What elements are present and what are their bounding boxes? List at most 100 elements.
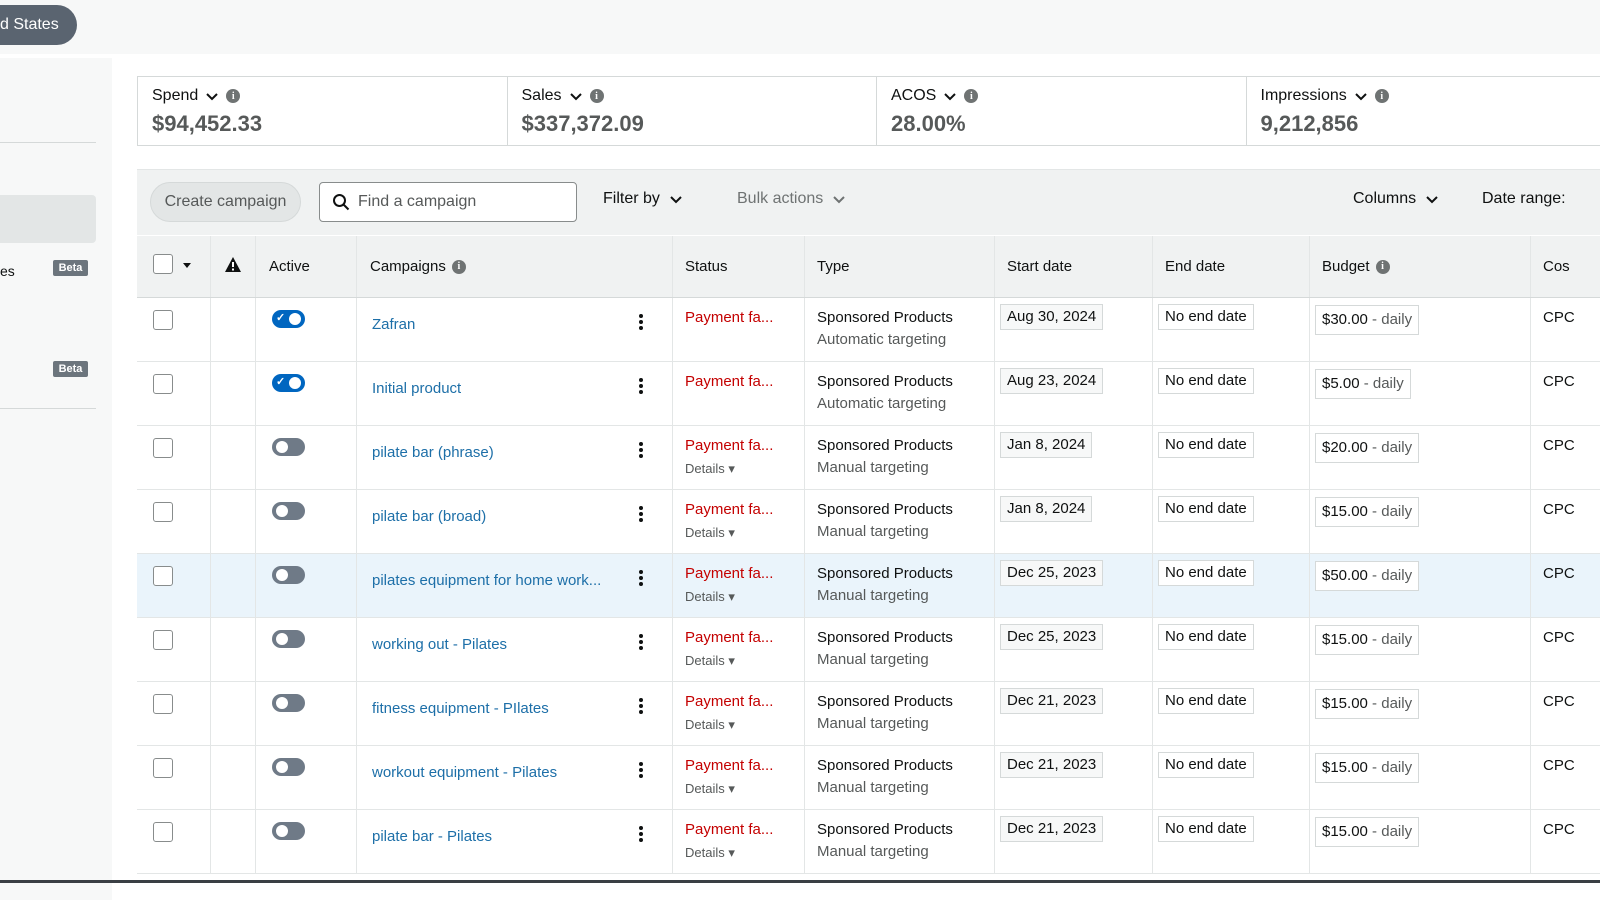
search-input[interactable] — [358, 193, 558, 211]
row-checkbox[interactable] — [153, 694, 173, 714]
kebab-icon[interactable] — [637, 440, 645, 462]
info-icon[interactable]: i — [589, 89, 604, 103]
info-icon[interactable]: i — [451, 259, 466, 274]
table-row[interactable]: pilate bar (phrase) Payment fa... Details … — [137, 426, 1600, 490]
metric-card-sales[interactable]: Sales i $337,372.09 — [508, 77, 877, 145]
start-date-field[interactable]: Jan 8, 2024 — [1000, 496, 1093, 522]
row-checkbox[interactable] — [153, 310, 173, 330]
info-icon[interactable]: i — [226, 89, 241, 103]
details-dropdown[interactable]: Details ▾ — [685, 653, 735, 669]
campaign-name-link[interactable]: Initial product — [372, 380, 461, 397]
table-row[interactable]: ✓ Initial product Payment fa... Sponsored P… — [137, 362, 1600, 426]
start-date-column-header[interactable]: Start date — [995, 236, 1153, 297]
end-date-field[interactable]: No end date — [1158, 816, 1254, 842]
status-column-header[interactable]: Status — [673, 236, 805, 297]
kebab-icon[interactable] — [637, 696, 645, 718]
table-row[interactable]: ✓ Zafran Payment fa... Sponsored Products Au… — [137, 298, 1600, 362]
campaign-name-link[interactable]: pilate bar - Pilates — [372, 828, 492, 845]
table-row[interactable]: pilate bar - Pilates Payment fa... Details… — [137, 810, 1600, 874]
select-all-checkbox[interactable] — [153, 254, 173, 274]
date-range-dropdown[interactable]: Date range: — [1482, 190, 1566, 208]
metric-card-acos[interactable]: ACOS i 28.00% — [877, 77, 1247, 145]
campaigns-column-header[interactable]: Campaigns i — [357, 236, 673, 297]
details-dropdown[interactable]: Details ▾ — [685, 589, 735, 605]
end-date-field[interactable]: No end date — [1158, 688, 1254, 714]
end-date-field[interactable]: No end date — [1158, 432, 1254, 458]
end-date-field[interactable]: No end date — [1158, 368, 1254, 394]
campaign-name-link[interactable]: fitness equipment - PIlates — [372, 700, 549, 717]
filter-by-dropdown[interactable]: Filter by — [603, 190, 684, 208]
kebab-icon[interactable] — [637, 568, 645, 590]
info-icon[interactable]: i — [964, 89, 979, 103]
table-row[interactable]: pilates equipment for home work... Paymen… — [137, 554, 1600, 618]
campaign-name-link[interactable]: workout equipment - Pilates — [372, 764, 557, 781]
kebab-icon[interactable] — [637, 504, 645, 526]
start-date-field[interactable]: Jan 8, 2024 — [1000, 432, 1093, 458]
budget-field[interactable]: $20.00 - daily — [1315, 433, 1420, 463]
row-checkbox[interactable] — [153, 502, 173, 522]
kebab-icon[interactable] — [637, 824, 645, 846]
country-selector[interactable]: d States — [0, 5, 77, 45]
campaign-name-link[interactable]: Zafran — [372, 316, 415, 333]
start-date-field[interactable]: Dec 21, 2023 — [1000, 752, 1104, 778]
row-checkbox[interactable] — [153, 630, 173, 650]
budget-column-header[interactable]: Budget i — [1310, 236, 1531, 297]
chevron-down-icon[interactable] — [568, 88, 584, 104]
end-date-field[interactable]: No end date — [1158, 560, 1254, 586]
start-date-field[interactable]: Aug 30, 2024 — [1000, 304, 1104, 330]
info-icon[interactable]: i — [1375, 259, 1390, 274]
table-row[interactable]: working out - Pilates Payment fa... Detail… — [137, 618, 1600, 682]
active-toggle[interactable] — [272, 822, 305, 840]
campaign-name-link[interactable]: pilates equipment for home work... — [372, 572, 601, 589]
chevron-down-icon[interactable] — [942, 88, 958, 104]
start-date-field[interactable]: Dec 25, 2023 — [1000, 624, 1104, 650]
chevron-down-icon[interactable] — [1353, 88, 1369, 104]
type-column-header[interactable]: Type — [805, 236, 995, 297]
sidebar-item-selected[interactable] — [0, 195, 96, 243]
active-toggle[interactable]: ✓ — [272, 310, 305, 328]
create-campaign-button[interactable]: Create campaign — [150, 182, 301, 222]
details-dropdown[interactable]: Details ▾ — [685, 525, 735, 541]
table-row[interactable]: fitness equipment - PIlates Payment fa...… — [137, 682, 1600, 746]
end-date-column-header[interactable]: End date — [1153, 236, 1310, 297]
budget-field[interactable]: $50.00 - daily — [1315, 561, 1420, 591]
active-toggle[interactable] — [272, 694, 305, 712]
active-toggle[interactable] — [272, 630, 305, 648]
active-toggle[interactable]: ✓ — [272, 374, 305, 392]
end-date-field[interactable]: No end date — [1158, 304, 1254, 330]
details-dropdown[interactable]: Details ▾ — [685, 781, 735, 797]
start-date-field[interactable]: Dec 21, 2023 — [1000, 816, 1104, 842]
start-date-field[interactable]: Dec 25, 2023 — [1000, 560, 1104, 586]
active-toggle[interactable] — [272, 502, 305, 520]
end-date-field[interactable]: No end date — [1158, 624, 1254, 650]
campaign-name-link[interactable]: pilate bar (broad) — [372, 508, 486, 525]
end-date-field[interactable]: No end date — [1158, 752, 1254, 778]
kebab-icon[interactable] — [637, 312, 645, 334]
budget-field[interactable]: $15.00 - daily — [1315, 817, 1420, 847]
details-dropdown[interactable]: Details ▾ — [685, 461, 735, 477]
active-column-header[interactable]: Active — [256, 236, 357, 297]
campaign-name-link[interactable]: pilate bar (phrase) — [372, 444, 494, 461]
end-date-field[interactable]: No end date — [1158, 496, 1254, 522]
chevron-down-icon[interactable] — [204, 88, 220, 104]
columns-dropdown[interactable]: Columns — [1353, 190, 1440, 208]
caret-down-icon[interactable] — [182, 260, 192, 270]
budget-field[interactable]: $15.00 - daily — [1315, 497, 1420, 527]
row-checkbox[interactable] — [153, 758, 173, 778]
row-checkbox[interactable] — [153, 822, 173, 842]
metric-card-spend[interactable]: Spend i $94,452.33 — [138, 77, 508, 145]
kebab-icon[interactable] — [637, 632, 645, 654]
budget-field[interactable]: $30.00 - daily — [1315, 305, 1420, 335]
budget-field[interactable]: $15.00 - daily — [1315, 689, 1420, 719]
row-checkbox[interactable] — [153, 438, 173, 458]
cost-column-header[interactable]: Cos — [1531, 236, 1600, 297]
search-box[interactable] — [319, 182, 577, 222]
active-toggle[interactable] — [272, 438, 305, 456]
start-date-field[interactable]: Aug 23, 2024 — [1000, 368, 1104, 394]
metric-card-impressions[interactable]: Impressions i 9,212,856 — [1247, 77, 1600, 145]
table-row[interactable]: workout equipment - Pilates Payment fa...… — [137, 746, 1600, 810]
kebab-icon[interactable] — [637, 760, 645, 782]
row-checkbox[interactable] — [153, 374, 173, 394]
details-dropdown[interactable]: Details ▾ — [685, 845, 735, 861]
start-date-field[interactable]: Dec 21, 2023 — [1000, 688, 1104, 714]
